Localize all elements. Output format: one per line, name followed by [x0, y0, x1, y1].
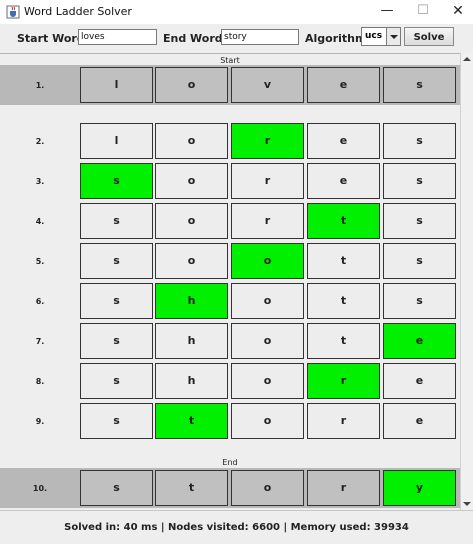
row-number: 1.: [35, 81, 45, 90]
row-number: 5.: [35, 257, 45, 266]
letter-cell: o: [231, 283, 304, 319]
letter-cell: e: [307, 123, 380, 159]
letter-cell: h: [155, 363, 228, 399]
letter-cell: t: [307, 243, 380, 279]
letter-cell: v: [231, 67, 304, 103]
start-word-input[interactable]: [78, 29, 157, 45]
close-button[interactable]: ✕: [441, 0, 473, 24]
scroll-down-arrow-icon[interactable]: [463, 502, 471, 506]
changed-letter-cell: y: [383, 470, 456, 506]
letter-cell: o: [155, 163, 228, 199]
letter-cell: o: [155, 67, 228, 103]
letter-cell: r: [307, 470, 380, 506]
changed-letter-cell: t: [155, 403, 228, 439]
letter-cell: r: [231, 203, 304, 239]
end-word-input[interactable]: [221, 29, 299, 45]
end-section-label: End: [222, 458, 238, 467]
solve-button[interactable]: Solve: [404, 27, 454, 46]
changed-letter-cell: t: [307, 203, 380, 239]
row-number: 4.: [35, 217, 45, 226]
end-word-row: 10. s t o r y: [0, 468, 460, 508]
letter-cell: e: [383, 403, 456, 439]
toolbar: Start Word: End Word: Algorithm: ucs Sol…: [0, 24, 473, 53]
algorithm-select[interactable]: ucs: [361, 27, 401, 46]
letter-cell: e: [307, 163, 380, 199]
letter-cell: e: [307, 67, 380, 103]
ladder-step-row: 4. s o r t s: [0, 201, 460, 241]
ladder-step-row: 7. s h o t e: [0, 321, 460, 361]
word-ladder-panel: Start End 1. l o v e s 2. l o r e s 3. s o r e s 4. s o r t s 5.…: [0, 53, 460, 511]
letter-cell: o: [231, 403, 304, 439]
letter-cell: s: [80, 470, 153, 506]
letter-cell: s: [80, 243, 153, 279]
letter-cell: t: [307, 323, 380, 359]
changed-letter-cell: r: [307, 363, 380, 399]
letter-cell: s: [383, 163, 456, 199]
letter-cell: s: [383, 203, 456, 239]
letter-cell: r: [231, 163, 304, 199]
minimize-button[interactable]: —: [370, 0, 404, 24]
row-number: 10.: [32, 484, 48, 493]
ladder-step-row: 3. s o r e s: [0, 161, 460, 201]
letter-cell: h: [155, 323, 228, 359]
letter-cell: o: [231, 323, 304, 359]
ladder-step-row: 2. l o r e s: [0, 121, 460, 161]
end-word-label: End Word:: [163, 32, 228, 45]
start-word-row: 1. l o v e s: [0, 65, 460, 105]
window-title: Word Ladder Solver: [24, 5, 132, 18]
changed-letter-cell: h: [155, 283, 228, 319]
letter-cell: o: [155, 203, 228, 239]
row-number: 3.: [35, 177, 45, 186]
changed-letter-cell: s: [80, 163, 153, 199]
ladder-step-row: 9. s t o r e: [0, 401, 460, 441]
algorithm-value: ucs: [361, 27, 388, 46]
ladder-step-row: 5. s o o t s: [0, 241, 460, 281]
letter-cell: s: [80, 203, 153, 239]
letter-cell: o: [231, 470, 304, 506]
dropdown-arrow-icon[interactable]: [386, 27, 401, 46]
ladder-step-row: 8. s h o r e: [0, 361, 460, 401]
changed-letter-cell: e: [383, 323, 456, 359]
row-number: 6.: [35, 297, 45, 306]
letter-cell: l: [80, 123, 153, 159]
letter-cell: s: [383, 123, 456, 159]
letter-cell: s: [80, 323, 153, 359]
row-number: 9.: [35, 417, 45, 426]
status-text: Solved in: 40 ms | Nodes visited: 6600 |…: [64, 522, 409, 533]
title-bar: Word Ladder Solver — ☐ ✕: [0, 0, 473, 24]
letter-cell: s: [383, 283, 456, 319]
letter-cell: s: [383, 67, 456, 103]
letter-cell: o: [155, 123, 228, 159]
changed-letter-cell: r: [231, 123, 304, 159]
letter-cell: o: [155, 243, 228, 279]
letter-cell: l: [80, 67, 153, 103]
letter-cell: s: [80, 363, 153, 399]
java-cup-icon: [6, 5, 20, 19]
vertical-scrollbar[interactable]: [460, 53, 473, 510]
letter-cell: s: [80, 403, 153, 439]
letter-cell: t: [155, 470, 228, 506]
row-number: 7.: [35, 337, 45, 346]
changed-letter-cell: o: [231, 243, 304, 279]
letter-cell: s: [383, 243, 456, 279]
status-bar: Solved in: 40 ms | Nodes visited: 6600 |…: [0, 510, 473, 544]
letter-cell: t: [307, 283, 380, 319]
letter-cell: e: [383, 363, 456, 399]
maximize-button[interactable]: ☐: [406, 0, 440, 24]
row-number: 2.: [35, 137, 45, 146]
row-number: 8.: [35, 377, 45, 386]
letter-cell: o: [231, 363, 304, 399]
ladder-step-row: 6. s h o t s: [0, 281, 460, 321]
start-section-label: Start: [220, 56, 240, 65]
scroll-up-arrow-icon[interactable]: [463, 57, 471, 61]
letter-cell: s: [80, 283, 153, 319]
letter-cell: r: [307, 403, 380, 439]
